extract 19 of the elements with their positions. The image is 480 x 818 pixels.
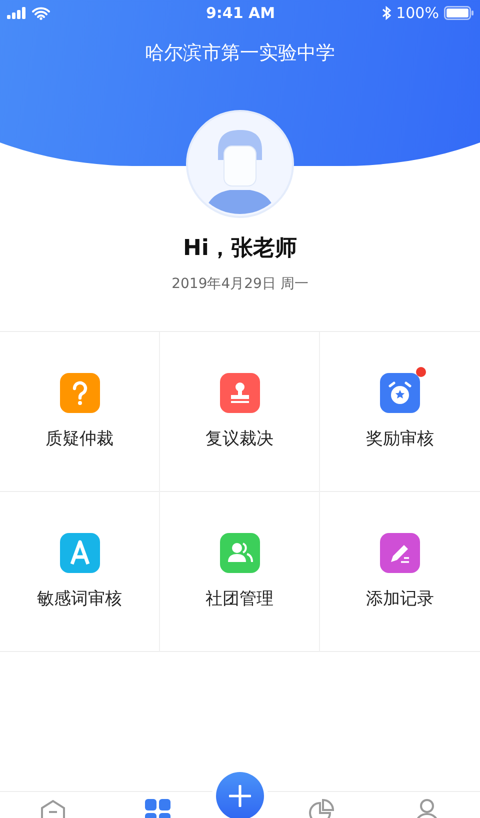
home-icon	[40, 799, 66, 818]
status-time: 9:41 AM	[206, 4, 276, 22]
bluetooth-icon	[382, 6, 392, 20]
add-button[interactable]	[216, 772, 264, 818]
feature-tile[interactable]: 敏感词审核	[0, 492, 160, 652]
wifi-icon	[32, 6, 50, 20]
plus-icon	[228, 785, 251, 807]
greeting: Hi，张老师	[183, 235, 297, 263]
date-text: 2019年4月29日 周一	[172, 275, 308, 293]
pie-chart-icon	[308, 799, 335, 818]
grid-icon	[145, 799, 172, 818]
signal-icon	[7, 7, 27, 19]
feature-tile[interactable]: 社团管理	[160, 492, 320, 652]
battery-icon	[444, 6, 474, 20]
feature-tile[interactable]: 复议裁决	[160, 332, 320, 492]
school-title: 哈尔滨市第一实验中学	[144, 41, 336, 66]
battery-percent: 100%	[396, 4, 439, 22]
avatar-icon	[186, 110, 294, 218]
feature-tile[interactable]: 质疑仲裁	[0, 332, 160, 492]
